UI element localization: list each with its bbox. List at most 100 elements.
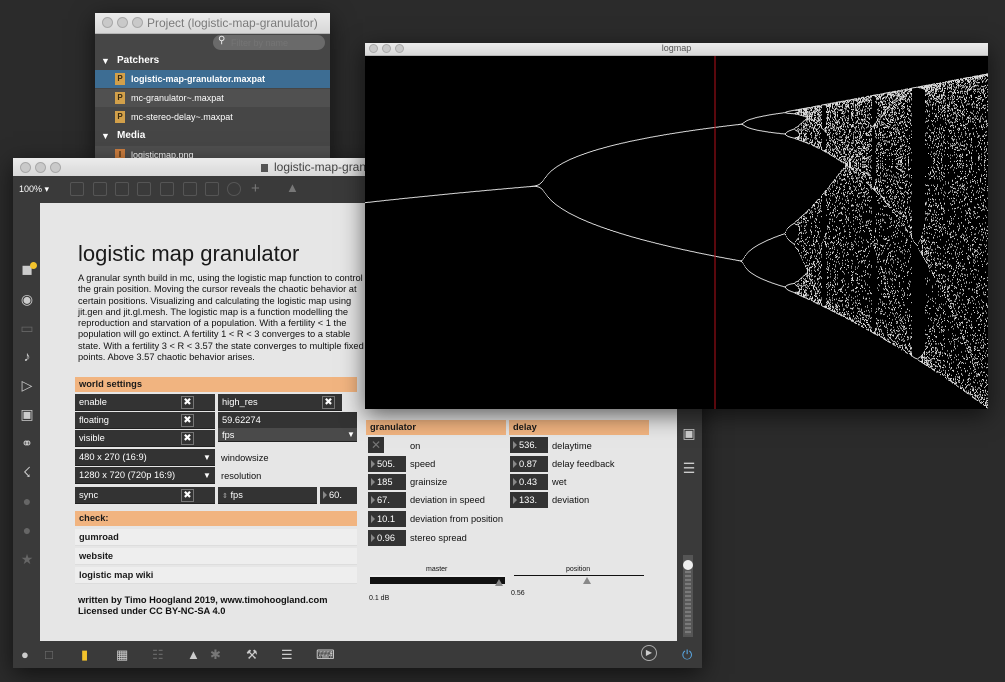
hierarchy-icon[interactable]: ▲ xyxy=(187,647,200,662)
project-item-selected[interactable]: P logistic-map-granulator.maxpat xyxy=(95,70,330,88)
music-note-icon[interactable]: ♪ xyxy=(17,348,37,364)
disclosure-triangle-icon: ▼ xyxy=(101,56,110,66)
patcher-title: logistic-map-granu xyxy=(274,160,373,174)
target-icon[interactable]: ◉ xyxy=(17,291,37,308)
link-website[interactable]: website xyxy=(75,548,357,565)
logmap-window: logmap xyxy=(365,43,988,409)
minimize-button[interactable] xyxy=(35,162,46,173)
param-number[interactable]: 185 xyxy=(368,474,406,490)
project-item[interactable]: P mc-stereo-delay~.maxpat xyxy=(95,108,330,126)
description-text: A granular synth build in mc, using the … xyxy=(78,273,364,363)
param-number[interactable]: 10.1 xyxy=(368,511,406,527)
fps-menu[interactable]: fps ▼ xyxy=(218,428,357,442)
camera-icon[interactable]: ▣ xyxy=(679,425,699,442)
windowsize-label: windowsize xyxy=(221,453,269,463)
volume-meter[interactable] xyxy=(683,555,693,637)
wrench-icon[interactable]: ⚒ xyxy=(246,647,258,663)
param-number[interactable]: 67. xyxy=(368,492,406,508)
patcher-bottombar: ● □ ▮ ▦ ☷ ▲ ✱ ⚒ ☰ ⌨ ▶ ⏻ xyxy=(13,641,702,668)
chevron-down-icon: ▼ xyxy=(203,471,211,480)
project-search[interactable]: ⚲ xyxy=(213,35,325,50)
param-label: deviation xyxy=(552,495,590,505)
paperclip-icon[interactable]: ⚭ xyxy=(17,435,37,452)
volume-knob[interactable] xyxy=(683,560,693,570)
presentation-toggle-icon[interactable]: □ xyxy=(45,647,53,662)
link-logistic-map-wiki[interactable]: logistic map wiki xyxy=(75,567,357,584)
power-icon[interactable]: ⏻ xyxy=(682,647,692,663)
param-number[interactable]: 0.43 xyxy=(510,474,548,490)
mixer-icon[interactable]: ☰ xyxy=(679,460,699,477)
add-icon[interactable]: + xyxy=(251,180,260,197)
number-icon[interactable] xyxy=(183,182,197,196)
bifurcation-points xyxy=(365,73,988,409)
section-media[interactable]: ▼ Media xyxy=(95,126,330,146)
toggle-icon[interactable] xyxy=(137,182,151,196)
zoom-menu[interactable]: 100% ▾ xyxy=(19,184,49,195)
world-settings-header: world settings xyxy=(75,377,357,392)
param-label: on xyxy=(410,441,421,451)
dial-icon[interactable] xyxy=(227,182,241,196)
resolution-menu[interactable]: 1280 x 720 (720p 16:9) ▼ xyxy=(75,467,215,484)
paint-bucket-icon[interactable]: ▲ xyxy=(286,180,299,195)
param-number[interactable]: 0.87 xyxy=(510,456,548,472)
on-button[interactable]: ✕ xyxy=(368,437,384,453)
star-icon[interactable]: ★ xyxy=(17,551,37,568)
minimize-button[interactable] xyxy=(117,17,128,28)
zoom-button[interactable] xyxy=(132,17,143,28)
granulator-header: granulator xyxy=(366,420,506,435)
fps-attr-number[interactable]: 60. xyxy=(320,487,357,504)
image-icon[interactable]: ▣ xyxy=(17,406,37,423)
zoom-button[interactable] xyxy=(50,162,61,173)
keyboard-icon[interactable]: ⌨ xyxy=(316,647,335,663)
master-slider-handle[interactable] xyxy=(495,579,503,586)
patcher-file-icon: P xyxy=(115,92,125,104)
close-button[interactable] xyxy=(102,17,113,28)
floating-toggle[interactable]: ✖ xyxy=(181,414,194,427)
param-label: deviation from position xyxy=(410,514,504,524)
slider-icon[interactable] xyxy=(205,182,219,196)
visible-label: visible xyxy=(75,430,215,447)
comment-bubble-icon[interactable]: ▮ xyxy=(81,647,88,663)
param-label: wet xyxy=(552,477,567,487)
comment-icon[interactable] xyxy=(115,182,129,196)
piano-icon[interactable]: ☰ xyxy=(281,647,293,663)
visible-toggle[interactable]: ✖ xyxy=(181,432,194,445)
message-icon[interactable] xyxy=(93,182,107,196)
section-patchers[interactable]: ▼ Patchers xyxy=(95,51,330,71)
param-number[interactable]: 133. xyxy=(510,492,548,508)
param-number[interactable]: 505. xyxy=(368,456,406,472)
param-number[interactable]: 0.96 xyxy=(368,530,406,546)
fps-attr-menu[interactable]: ⇕ fps xyxy=(218,487,317,504)
filter-input[interactable] xyxy=(229,36,325,50)
panel-icon[interactable]: ▭ xyxy=(17,320,37,337)
windowsize-menu[interactable]: 480 x 270 (16:9) ▼ xyxy=(75,449,215,466)
lock-icon[interactable]: ● xyxy=(21,647,29,662)
master-slider[interactable] xyxy=(370,575,505,587)
credits-line-1: written by Timo Hoogland 2019, www.timoh… xyxy=(78,595,328,605)
link-gumroad[interactable]: gumroad xyxy=(75,529,357,546)
enable-toggle[interactable]: ✖ xyxy=(181,396,194,409)
param-label: speed xyxy=(410,459,436,469)
help-icon[interactable]: ● xyxy=(17,522,37,538)
window-stack-icon[interactable]: ▦ xyxy=(116,647,128,663)
sync-toggle[interactable]: ✖ xyxy=(181,489,194,502)
fps-value: 59.62274 xyxy=(218,412,357,429)
document-icon xyxy=(261,164,268,172)
presentation-icon[interactable]: ▷ xyxy=(17,377,37,394)
bifurcation-visualization[interactable] xyxy=(365,56,988,409)
plug-icon[interactable]: ☇ xyxy=(17,464,37,481)
snap-icon[interactable]: ✱ xyxy=(210,647,221,663)
param-number[interactable]: 536. xyxy=(510,437,548,453)
close-button[interactable] xyxy=(20,162,31,173)
button-icon[interactable] xyxy=(160,182,174,196)
position-slider[interactable] xyxy=(514,575,644,587)
project-item[interactable]: P mc-granulator~.maxpat xyxy=(95,89,330,107)
position-slider-handle[interactable] xyxy=(582,577,591,584)
master-slider-track xyxy=(370,575,505,584)
high-res-toggle[interactable]: ✖ xyxy=(322,396,335,409)
info-icon[interactable]: ● xyxy=(17,493,37,509)
play-icon[interactable]: ▶ xyxy=(641,645,657,661)
project-window: Project (logistic-map-granulator) ⚲ ▼ Pa… xyxy=(95,13,330,163)
new-object-icon[interactable] xyxy=(70,182,84,196)
grid-icon[interactable]: ☷ xyxy=(152,647,164,663)
